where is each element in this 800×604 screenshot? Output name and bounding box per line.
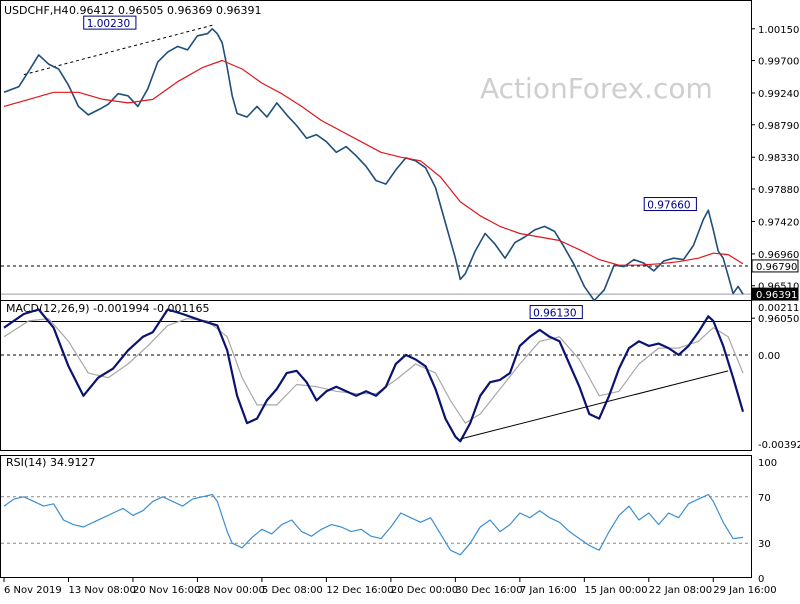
time-tick-label: 5 Dec 08:00 <box>262 585 323 596</box>
time-tick-label: 6 Nov 2019 <box>4 585 62 596</box>
price-tick-label: 0.98790 <box>758 121 799 132</box>
price-tick-label: 0.99240 <box>758 89 799 100</box>
time-tick-label: 28 Nov 00:00 <box>197 585 264 596</box>
price-tick-label: 0.98330 <box>758 153 799 164</box>
rsi-title: RSI(14) 34.9127 <box>6 456 95 469</box>
time-tick-label: 13 Nov 08:00 <box>68 585 135 596</box>
rsi-tick-label: 100 <box>758 458 777 469</box>
time-tick-label: 30 Dec 16:00 <box>455 585 522 596</box>
chart-canvas: USDCHF,H4 0.96412 0.96505 0.96369 0.9639… <box>0 0 800 600</box>
chart-header-ohlc: 0.96412 0.96505 0.96369 0.96391 <box>69 4 261 17</box>
time-tick-label: 22 Jan 08:00 <box>649 585 712 596</box>
rsi-tick-label: 30 <box>758 539 771 550</box>
price-annotation-label: 1.00230 <box>87 18 130 30</box>
time-tick-label: 12 Dec 16:00 <box>326 585 393 596</box>
chart-header-symbol: USDCHF,H4 <box>4 4 69 17</box>
rsi-tick-label: 70 <box>758 493 771 504</box>
price-tick-label: 1.00150 <box>758 25 799 36</box>
macd-tick-label: 0.00 <box>758 351 780 362</box>
time-tick-label: 7 Jan 16:00 <box>520 585 577 596</box>
price-tick-label: 0.96050 <box>758 314 799 325</box>
price-tick-label: 0.96960 <box>758 250 799 261</box>
price-tick-label: 0.97420 <box>758 217 799 228</box>
time-tick-label: 20 Nov 16:00 <box>133 585 200 596</box>
level-label: 0.96790 <box>756 262 797 273</box>
price-tick-label: 0.96510 <box>758 282 799 293</box>
price-annotation-label: 0.96130 <box>533 308 576 320</box>
macd-tick-label: 0.002113 <box>758 303 800 314</box>
chart-root: USDCHF,H4 0.96412 0.96505 0.96369 0.9639… <box>0 0 800 600</box>
time-tick-label: 29 Jan 16:00 <box>713 585 776 596</box>
macd-tick-label: -0.003922 <box>758 440 800 451</box>
rsi-tick-label: 0 <box>758 574 764 585</box>
time-tick-label: 15 Jan 00:00 <box>584 585 647 596</box>
price-annotation-label: 0.97660 <box>647 200 690 212</box>
watermark: ActionForex.com <box>480 72 713 105</box>
price-tick-label: 0.97880 <box>758 185 799 196</box>
price-tick-label: 0.99700 <box>758 57 799 68</box>
time-tick-label: 20 Dec 00:00 <box>391 585 458 596</box>
